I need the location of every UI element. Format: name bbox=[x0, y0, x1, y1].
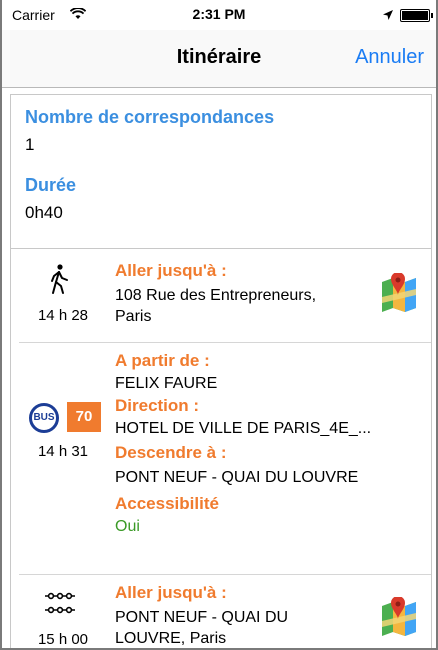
address-line-2: Paris bbox=[115, 308, 152, 325]
accessibility-value: Oui bbox=[115, 518, 140, 535]
transfers-label: Nombre de correspondances bbox=[25, 107, 275, 127]
battery-icon bbox=[400, 9, 433, 22]
navigation-bar: Itinéraire Annuler bbox=[2, 30, 436, 88]
status-bar: Carrier 2:31 PM bbox=[2, 0, 436, 30]
goto-label: Aller jusqu'à : bbox=[115, 583, 227, 602]
transfer-walk-icon bbox=[43, 591, 77, 620]
address-line-1: 108 Rue des Entrepreneurs, bbox=[115, 287, 317, 304]
map-icon[interactable] bbox=[379, 272, 419, 313]
step-details: Aller jusqu'à : 108 Rue des Entrepreneur… bbox=[115, 259, 375, 327]
itinerary-panel: Nombre de correspondances 1 Durée 0h40 1… bbox=[10, 94, 432, 648]
cancel-button[interactable]: Annuler bbox=[355, 46, 424, 69]
duration-value: 0h40 bbox=[25, 203, 63, 222]
step-time: 14 h 31 bbox=[37, 443, 89, 460]
step-details: A partir de : FELIX FAURE Direction : HO… bbox=[115, 349, 417, 538]
from-value: FELIX FAURE bbox=[115, 375, 218, 392]
direction-label: Direction : bbox=[115, 396, 200, 415]
location-arrow-icon bbox=[382, 8, 394, 26]
step-transfer-walk[interactable]: 15 h 00 Aller jusqu'à : PONT NEUF - QUAI… bbox=[19, 575, 431, 648]
duration-label: Durée bbox=[25, 175, 77, 195]
step-bus[interactable]: BUS 70 14 h 31 A partir de : FELIX FAURE… bbox=[19, 343, 431, 575]
map-icon[interactable] bbox=[379, 596, 419, 637]
accessibility-label: Accessibilité bbox=[115, 494, 219, 513]
clock: 2:31 PM bbox=[192, 6, 246, 22]
walk-icon bbox=[47, 263, 71, 300]
from-label: A partir de : bbox=[115, 351, 210, 370]
alight-label: Descendre à : bbox=[115, 443, 227, 462]
step-time: 14 h 28 bbox=[37, 307, 89, 324]
bus-line-badge: 70 bbox=[67, 402, 101, 432]
bus-icon: BUS bbox=[29, 403, 59, 433]
step-walk[interactable]: 14 h 28 Aller jusqu'à : 108 Rue des Entr… bbox=[19, 249, 431, 343]
step-time: 15 h 00 bbox=[37, 631, 89, 648]
transfers-value: 1 bbox=[25, 135, 35, 154]
screen: Carrier 2:31 PM Itinéraire Annuler Nombr… bbox=[0, 0, 438, 650]
step-left-column: 15 h 00 bbox=[19, 575, 107, 648]
step-left-column: BUS 70 14 h 31 bbox=[19, 343, 107, 575]
itinerary-summary: Nombre de correspondances 1 Durée 0h40 bbox=[11, 95, 431, 249]
address-line-2: LOUVRE, Paris bbox=[115, 630, 227, 647]
direction-value: HOTEL DE VILLE DE PARIS_4E_... bbox=[115, 420, 372, 437]
alight-value: PONT NEUF - QUAI DU LOUVRE bbox=[115, 469, 359, 486]
step-left-column: 14 h 28 bbox=[19, 249, 107, 343]
step-details: Aller jusqu'à : PONT NEUF - QUAI DU LOUV… bbox=[115, 581, 375, 648]
address-line-1: PONT NEUF - QUAI DU bbox=[115, 609, 289, 626]
goto-label: Aller jusqu'à : bbox=[115, 261, 227, 280]
